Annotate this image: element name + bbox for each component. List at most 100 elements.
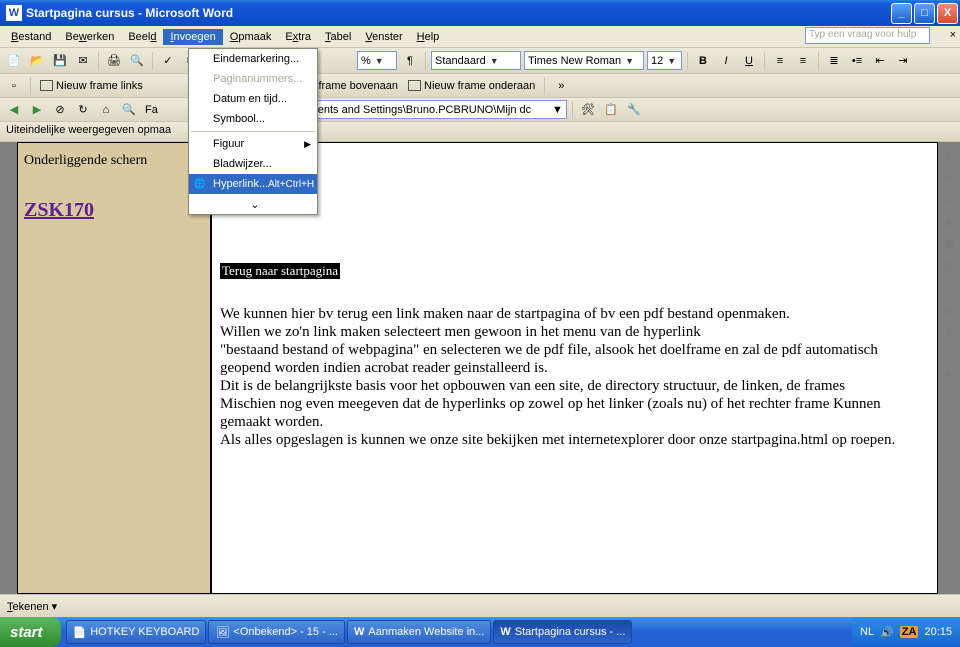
tool1-icon[interactable]: 🛠 (578, 100, 598, 120)
menu-opmaak[interactable]: Opmaak (223, 29, 279, 45)
maximize-button[interactable]: □ (914, 3, 935, 24)
menu-item-symbool[interactable]: Symbool... (189, 109, 317, 129)
sidetool-7[interactable]: ◇ (941, 280, 957, 296)
align-center-icon[interactable]: ≡ (793, 51, 813, 71)
menu-item-eindemarkering[interactable]: Eindemarkering... (189, 49, 317, 69)
sidetool-6[interactable]: ⊟ (941, 258, 957, 274)
web-toolbar: ◀ ▶ ⊘ ↻ ⌂ 🔍 Fa ocuments and Settings\Bru… (0, 98, 960, 122)
menu-item-paginanummers: Paginanummers... (189, 69, 317, 89)
paragraph-icon[interactable]: ¶ (400, 51, 420, 71)
tool3-icon[interactable]: 🔧 (624, 100, 644, 120)
numbering-icon[interactable]: ≣ (824, 51, 844, 71)
preview-icon[interactable]: 🔍 (127, 51, 147, 71)
clock[interactable]: 20:15 (924, 626, 952, 638)
menu-beeld[interactable]: Beeld (121, 29, 163, 45)
indent-icon[interactable]: ⇥ (893, 51, 913, 71)
save-icon[interactable]: 💾 (50, 51, 70, 71)
menu-tabel[interactable]: Tabel (318, 29, 358, 45)
frame-left-button[interactable]: Nieuw frame links (37, 76, 146, 96)
standard-toolbar: 📄 📂 💾 ✉ 🖨 🔍 ✓ ✂ %▼ ¶ Standaard▼ Times Ne… (0, 48, 960, 74)
menu-item-datum-tijd[interactable]: Datum en tijd... (189, 89, 317, 109)
frame-bottom-button[interactable]: Nieuw frame onderaan (405, 76, 538, 96)
menu-extra[interactable]: Extra (278, 29, 318, 45)
menu-bewerken[interactable]: Bewerken (58, 29, 121, 45)
sidetool-5[interactable]: ▦ (941, 236, 957, 252)
address-box[interactable]: ocuments and Settings\Bruno.PCBRUNO\Mijn… (287, 100, 567, 119)
home-icon[interactable]: ⌂ (96, 100, 116, 120)
zoom-combo[interactable]: %▼ (357, 51, 397, 70)
menu-venster[interactable]: Venster (358, 29, 409, 45)
menu-bestand[interactable]: Bestand (4, 29, 58, 45)
left-heading: Onderliggende schern (24, 153, 204, 169)
underline-button[interactable]: U (739, 51, 759, 71)
window-title: Startpagina cursus - Microsoft Word (26, 6, 233, 20)
start-button[interactable]: start (0, 617, 61, 647)
task-startpagina[interactable]: WStartpagina cursus - ... (493, 620, 632, 644)
globe-icon: 🌐 (193, 179, 207, 190)
mail-icon[interactable]: ✉ (73, 51, 93, 71)
stop-icon[interactable]: ⊘ (50, 100, 70, 120)
task-hotkey[interactable]: 📄HOTKEY KEYBOARD (66, 620, 207, 644)
back-icon[interactable]: ◀ (4, 100, 24, 120)
tray-icon-2[interactable]: ZA (900, 626, 919, 638)
help-search-box[interactable]: Typ een vraag voor hulp (805, 27, 930, 44)
tool2-icon[interactable]: 📋 (601, 100, 621, 120)
style-combo[interactable]: Standaard▼ (431, 51, 521, 70)
menu-expand[interactable]: ⌄ (189, 194, 317, 214)
zsk-link[interactable]: ZSK170 (24, 199, 204, 222)
menu-invoegen[interactable]: Invoegen (163, 29, 222, 45)
close-button[interactable]: X (937, 3, 958, 24)
font-combo[interactable]: Times New Roman▼ (524, 51, 644, 70)
refresh-icon[interactable]: ↻ (73, 100, 93, 120)
sidetool-8[interactable]: ⊞ (941, 302, 957, 318)
tekenen-label[interactable]: Tekenen ▾ (4, 600, 60, 613)
menu-item-bladwijzer[interactable]: Bladwijzer... (189, 154, 317, 174)
italic-button[interactable]: I (716, 51, 736, 71)
doc-close-button[interactable]: × (950, 29, 956, 41)
align-left-icon[interactable]: ≡ (770, 51, 790, 71)
more-icon[interactable]: » (551, 76, 571, 96)
invoegen-dropdown: Eindemarkering... Paginanummers... Datum… (188, 48, 318, 215)
search-web-icon[interactable]: 🔍 (119, 100, 139, 120)
sidetool-10[interactable]: ⌁ (941, 346, 957, 362)
menu-item-hyperlink[interactable]: 🌐Hyperlink...Alt+Ctrl+H (189, 174, 317, 194)
left-frame[interactable]: Onderliggende schern ZSK170 (17, 142, 211, 594)
open-icon[interactable]: 📂 (27, 51, 47, 71)
lang-indicator[interactable]: NL (860, 626, 874, 638)
sidetool-1[interactable]: ✎ (941, 148, 957, 164)
bold-button[interactable]: B (693, 51, 713, 71)
print-icon[interactable]: 🖨 (104, 51, 124, 71)
menu-help[interactable]: Help (410, 29, 447, 45)
sidetool-9[interactable]: A (941, 324, 957, 340)
taskbar: start 📄HOTKEY KEYBOARD 🖼<Onbekend> - 15 … (0, 617, 960, 647)
system-tray[interactable]: NL 🔊 ZA 20:15 (852, 617, 960, 647)
markup-infobar: Uiteindelijke weergegeven opmaa (0, 122, 960, 142)
body-text[interactable]: We kunnen hier bv terug een link maken n… (220, 305, 917, 449)
new-doc-icon[interactable]: 📄 (4, 51, 24, 71)
side-toolbar: ✎ ▭ ☑ ◉ ▦ ⊟ ◇ ⊞ A ⌁ ¶ (940, 148, 958, 384)
sidetool-4[interactable]: ◉ (941, 214, 957, 230)
outdent-icon[interactable]: ⇤ (870, 51, 890, 71)
frames-toolbar: ▫ Nieuw frame links ieuw frame bovenaan … (0, 74, 960, 98)
task-onbekend[interactable]: 🖼<Onbekend> - 15 - ... (208, 620, 345, 644)
forward-icon[interactable]: ▶ (27, 100, 47, 120)
favorites-label[interactable]: Fa (142, 104, 161, 116)
sidetool-3[interactable]: ☑ (941, 192, 957, 208)
menu-item-figuur[interactable]: Figuur▶ (189, 134, 317, 154)
drawing-toolbar: Tekenen ▾ (0, 594, 960, 617)
right-frame[interactable]: Terug naar startpagina We kunnen hier bv… (211, 142, 938, 594)
spelling-icon[interactable]: ✓ (158, 51, 178, 71)
sidetool-11[interactable]: ¶ (941, 368, 957, 384)
bullets-icon[interactable]: •≡ (847, 51, 867, 71)
sidetool-2[interactable]: ▭ (941, 170, 957, 186)
selected-link-text[interactable]: Terug naar startpagina (220, 263, 340, 279)
tool-icon[interactable]: ▫ (4, 76, 24, 96)
titlebar: W Startpagina cursus - Microsoft Word _ … (0, 0, 960, 26)
app-icon: W (6, 5, 22, 21)
menu-separator (191, 131, 315, 132)
minimize-button[interactable]: _ (891, 3, 912, 24)
menubar: Bestand Bewerken Beeld Invoegen Opmaak E… (0, 26, 960, 48)
task-aanmaken[interactable]: WAanmaken Website in... (347, 620, 491, 644)
document-area: Onderliggende schern ZSK170 Terug naar s… (0, 142, 960, 594)
fontsize-combo[interactable]: 12▼ (647, 51, 682, 70)
